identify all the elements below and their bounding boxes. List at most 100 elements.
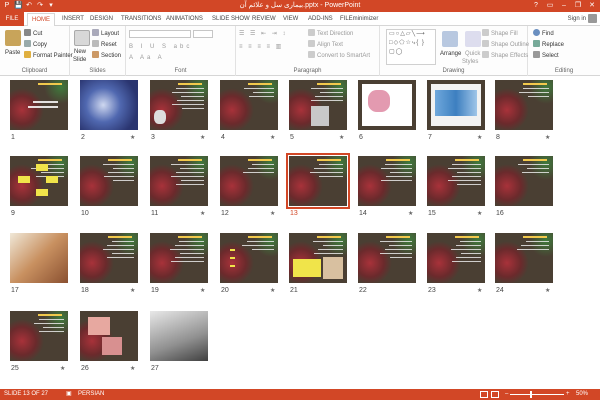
tab-slide-show[interactable]: SLIDE SHOW bbox=[212, 14, 250, 24]
transition-star-icon[interactable]: ★ bbox=[270, 210, 275, 218]
transition-star-icon[interactable]: ★ bbox=[545, 287, 550, 295]
slide-thumbnail-23[interactable] bbox=[427, 233, 485, 283]
transition-star-icon[interactable]: ★ bbox=[270, 287, 275, 295]
slide-thumbnail-14[interactable] bbox=[358, 156, 416, 206]
arrange-icon[interactable] bbox=[442, 31, 458, 47]
zoom-slider[interactable] bbox=[510, 394, 564, 395]
transition-star-icon[interactable]: ★ bbox=[200, 134, 205, 142]
avatar[interactable] bbox=[588, 14, 597, 23]
find-button[interactable]: Find bbox=[533, 29, 554, 38]
font-size-box[interactable] bbox=[193, 30, 213, 38]
transition-star-icon[interactable]: ★ bbox=[339, 134, 344, 142]
layout-button[interactable]: Layout bbox=[92, 29, 119, 38]
slide-thumbnail-18[interactable] bbox=[80, 233, 138, 283]
transition-star-icon[interactable]: ★ bbox=[200, 210, 205, 218]
transition-star-icon[interactable]: ★ bbox=[477, 134, 482, 142]
new-slide-icon[interactable] bbox=[74, 30, 90, 46]
font-color-buttons[interactable]: A Aa A bbox=[129, 54, 165, 62]
transition-star-icon[interactable]: ★ bbox=[130, 134, 135, 142]
slide-thumbnail-15[interactable] bbox=[427, 156, 485, 206]
slide-thumbnail-17[interactable] bbox=[10, 233, 68, 283]
tab-review[interactable]: REVIEW bbox=[252, 14, 276, 24]
zoom-out-icon[interactable]: – bbox=[505, 389, 508, 400]
slide-thumbnail-5[interactable] bbox=[289, 80, 347, 130]
tab-view[interactable]: VIEW bbox=[283, 14, 298, 24]
align-text-button[interactable]: Align Text bbox=[308, 40, 343, 49]
language-indicator[interactable]: PERSIAN bbox=[78, 389, 104, 400]
slide-thumbnail-11[interactable] bbox=[150, 156, 208, 206]
new-slide-button[interactable]: New bbox=[74, 48, 86, 56]
slide-thumbnail-2[interactable] bbox=[80, 80, 138, 130]
zoom-level[interactable]: 50% bbox=[576, 389, 588, 400]
slide-thumbnail-27[interactable] bbox=[150, 311, 208, 361]
tab-fileminimizer[interactable]: FILEminimizer bbox=[340, 14, 378, 24]
slide-sorter-view-icon[interactable] bbox=[491, 391, 499, 398]
text-direction-button[interactable]: Text Direction bbox=[308, 29, 353, 38]
shape-outline-button[interactable]: Shape Outline bbox=[482, 40, 529, 49]
reset-button[interactable]: Reset bbox=[92, 40, 117, 49]
slide-thumbnail-21[interactable] bbox=[289, 233, 347, 283]
shapes-gallery[interactable]: ▭○△▱╲⟶ □◇⬠☆⤷{ } ▢◯ bbox=[386, 29, 436, 65]
minimize-icon[interactable]: – bbox=[559, 0, 569, 11]
slide-thumbnail-20[interactable] bbox=[220, 233, 278, 283]
slide-thumbnail-1[interactable] bbox=[10, 80, 68, 130]
slide-thumbnail-10[interactable] bbox=[80, 156, 138, 206]
tab-insert[interactable]: INSERT bbox=[62, 14, 84, 24]
section-button[interactable]: Section bbox=[92, 51, 121, 60]
shape-fill-button[interactable]: Shape Fill bbox=[482, 29, 518, 38]
convert-smartart-button[interactable]: Convert to SmartArt bbox=[308, 51, 370, 60]
tab-animations[interactable]: ANIMATIONS bbox=[166, 14, 203, 24]
quick-styles-button[interactable]: Quick bbox=[465, 50, 480, 58]
slide-thumbnail-13[interactable] bbox=[286, 153, 350, 209]
font-format-buttons[interactable]: B I U S abc bbox=[129, 43, 192, 51]
slide-thumbnail-7[interactable] bbox=[427, 80, 485, 130]
transition-star-icon[interactable]: ★ bbox=[130, 365, 135, 373]
paste-icon[interactable] bbox=[5, 30, 21, 46]
transition-star-icon[interactable]: ★ bbox=[130, 287, 135, 295]
slide-thumbnail-8[interactable] bbox=[495, 80, 553, 130]
shape-effects-button[interactable]: Shape Effects bbox=[482, 51, 528, 60]
zoom-in-icon[interactable]: + bbox=[566, 389, 570, 400]
paste-button[interactable]: Paste bbox=[5, 49, 20, 57]
slide-thumbnail-9[interactable] bbox=[10, 156, 68, 206]
transition-star-icon[interactable]: ★ bbox=[200, 287, 205, 295]
restore-icon[interactable]: ❐ bbox=[573, 0, 583, 11]
copy-button[interactable]: Copy bbox=[24, 40, 47, 49]
slide-thumbnail-22[interactable] bbox=[358, 233, 416, 283]
tab-home[interactable]: HOME bbox=[27, 13, 55, 27]
tab-add-ins[interactable]: ADD-INS bbox=[308, 14, 333, 24]
align-buttons[interactable]: ≡ ≡ ≡ ≡ ▥ bbox=[239, 43, 283, 51]
slide-thumbnail-25[interactable] bbox=[10, 311, 68, 361]
arrange-button[interactable]: Arrange bbox=[440, 50, 461, 58]
slide-thumbnail-19[interactable] bbox=[150, 233, 208, 283]
transition-star-icon[interactable]: ★ bbox=[408, 210, 413, 218]
slide-thumbnail-4[interactable] bbox=[220, 80, 278, 130]
format-painter-button[interactable]: Format Painter bbox=[24, 51, 73, 60]
sign-in-link[interactable]: Sign in bbox=[568, 15, 586, 23]
slide-thumbnail-3[interactable] bbox=[150, 80, 208, 130]
slide-thumbnail-12[interactable] bbox=[220, 156, 278, 206]
replace-button[interactable]: Replace bbox=[533, 40, 564, 49]
transition-star-icon[interactable]: ★ bbox=[477, 210, 482, 218]
spellcheck-icon[interactable]: ▣ bbox=[66, 389, 72, 400]
slide-thumbnail-26[interactable] bbox=[80, 311, 138, 361]
quick-styles-icon[interactable] bbox=[465, 31, 481, 47]
slide-thumbnail-6[interactable] bbox=[358, 80, 416, 130]
transition-star-icon[interactable]: ★ bbox=[477, 287, 482, 295]
font-name-box[interactable] bbox=[129, 30, 191, 38]
transition-star-icon[interactable]: ★ bbox=[60, 365, 65, 373]
select-button[interactable]: Select bbox=[533, 51, 559, 60]
zoom-slider-handle[interactable] bbox=[530, 391, 532, 398]
ribbon-display-icon[interactable]: ▭ bbox=[545, 0, 555, 11]
tab-transitions[interactable]: TRANSITIONS bbox=[121, 14, 161, 24]
cut-button[interactable]: Cut bbox=[24, 29, 42, 38]
tab-design[interactable]: DESIGN bbox=[90, 14, 113, 24]
close-icon[interactable]: ✕ bbox=[587, 0, 597, 11]
help-icon[interactable]: ? bbox=[531, 0, 541, 11]
transition-star-icon[interactable]: ★ bbox=[270, 134, 275, 142]
normal-view-icon[interactable] bbox=[480, 391, 488, 398]
slide-thumbnail-16[interactable] bbox=[495, 156, 553, 206]
slide-thumbnail-24[interactable] bbox=[495, 233, 553, 283]
list-buttons[interactable]: ☰ ☰ ⇤ ⇥ ↕ bbox=[239, 30, 287, 38]
tab-file[interactable]: FILE bbox=[0, 12, 24, 26]
